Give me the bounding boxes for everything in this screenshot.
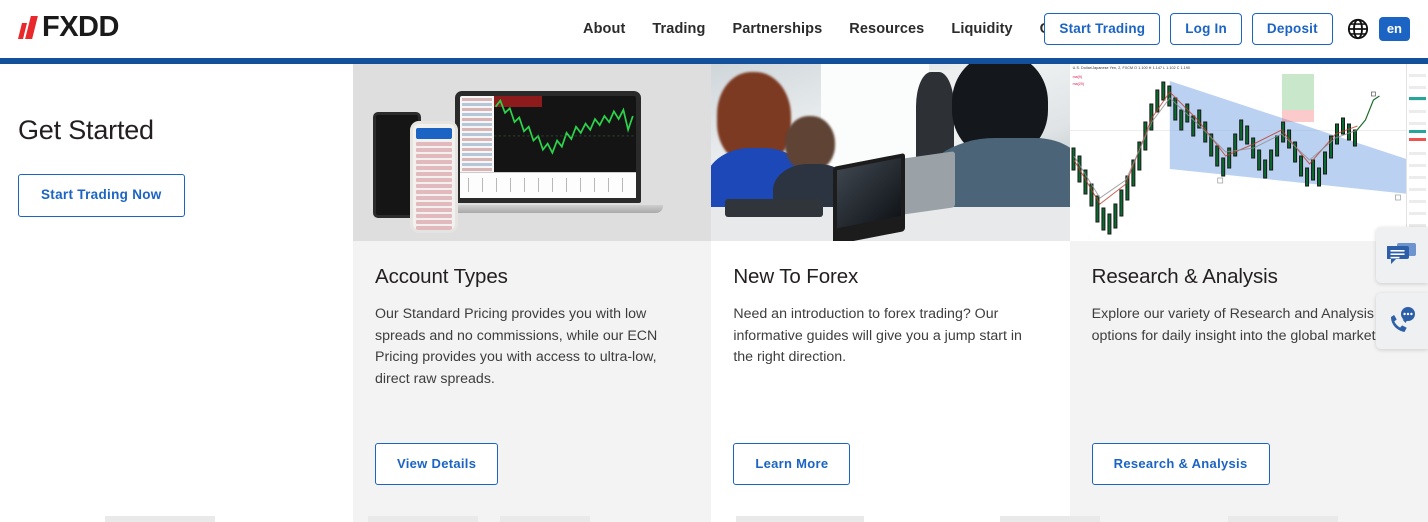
- card-description: Need an introduction to forex trading? O…: [733, 306, 1022, 365]
- chat-bubbles-icon: [1387, 243, 1416, 264]
- logo-text: FXDD: [42, 11, 119, 43]
- sidebar: Get Started Start Trading Now: [0, 64, 353, 522]
- card-body: New To Forex Need an introduction to for…: [711, 241, 1069, 522]
- card-title: Account Types: [375, 265, 508, 288]
- card-body: Research & Analysis Explore our variety …: [1070, 241, 1428, 522]
- forex-seminar-photo: [711, 64, 1070, 241]
- nav-item-liquidity[interactable]: Liquidity: [951, 21, 1012, 37]
- deposit-button[interactable]: Deposit: [1251, 12, 1333, 46]
- market-analysis-chart-image: U.S. Dollar/Japanese Yen, 2, FXCM O 1.10…: [1069, 64, 1428, 241]
- card-account-types: Account Types Our Standard Pricing provi…: [353, 64, 712, 522]
- nav-item-about[interactable]: About: [583, 21, 625, 37]
- language-badge[interactable]: en: [1378, 16, 1410, 42]
- fxdd-bars-icon: [18, 16, 38, 39]
- trading-platforms-image: [353, 64, 712, 241]
- logo[interactable]: FXDD: [18, 11, 119, 43]
- header-actions: Start Trading Log In Deposit en: [1044, 0, 1410, 58]
- primary-nav: About Trading Partnerships Resources Liq…: [583, 0, 1094, 58]
- nav-item-trading[interactable]: Trading: [652, 21, 705, 37]
- live-chat-widget[interactable]: [1376, 227, 1428, 283]
- card-research-analysis: U.S. Dollar/Japanese Yen, 2, FXCM O 1.10…: [1069, 64, 1428, 522]
- research-analysis-button[interactable]: Research & Analysis: [1091, 442, 1270, 485]
- cards-row: Account Types Our Standard Pricing provi…: [353, 64, 1428, 522]
- card-title: Research & Analysis: [1091, 265, 1278, 288]
- chart-price-axis: [1405, 64, 1428, 241]
- card-title: New To Forex: [733, 265, 859, 288]
- start-trading-button[interactable]: Start Trading: [1044, 12, 1161, 46]
- card-body: Account Types Our Standard Pricing provi…: [353, 241, 711, 522]
- view-details-button[interactable]: View Details: [375, 442, 499, 485]
- log-in-button[interactable]: Log In: [1170, 12, 1242, 46]
- start-trading-now-button[interactable]: Start Trading Now: [18, 174, 185, 217]
- page-root: FXDD About Trading Partnerships Resource…: [0, 0, 1428, 522]
- next-section-peek: [0, 516, 1428, 522]
- nav-item-resources[interactable]: Resources: [849, 21, 924, 37]
- phone-callback-icon: [1391, 307, 1415, 332]
- site-header: FXDD About Trading Partnerships Resource…: [0, 0, 1428, 58]
- learn-more-button[interactable]: Learn More: [733, 442, 851, 485]
- request-callback-widget[interactable]: [1376, 293, 1428, 349]
- card-description: Our Standard Pricing provides you with l…: [375, 306, 658, 387]
- card-description: Explore our variety of Research and Anal…: [1091, 306, 1387, 344]
- page-title: Get Started: [18, 115, 154, 145]
- card-new-to-forex: New To Forex Need an introduction to for…: [711, 64, 1070, 522]
- globe-icon[interactable]: [1347, 18, 1369, 40]
- floating-contact-widgets: [1376, 227, 1428, 359]
- nav-item-partnerships[interactable]: Partnerships: [732, 21, 822, 37]
